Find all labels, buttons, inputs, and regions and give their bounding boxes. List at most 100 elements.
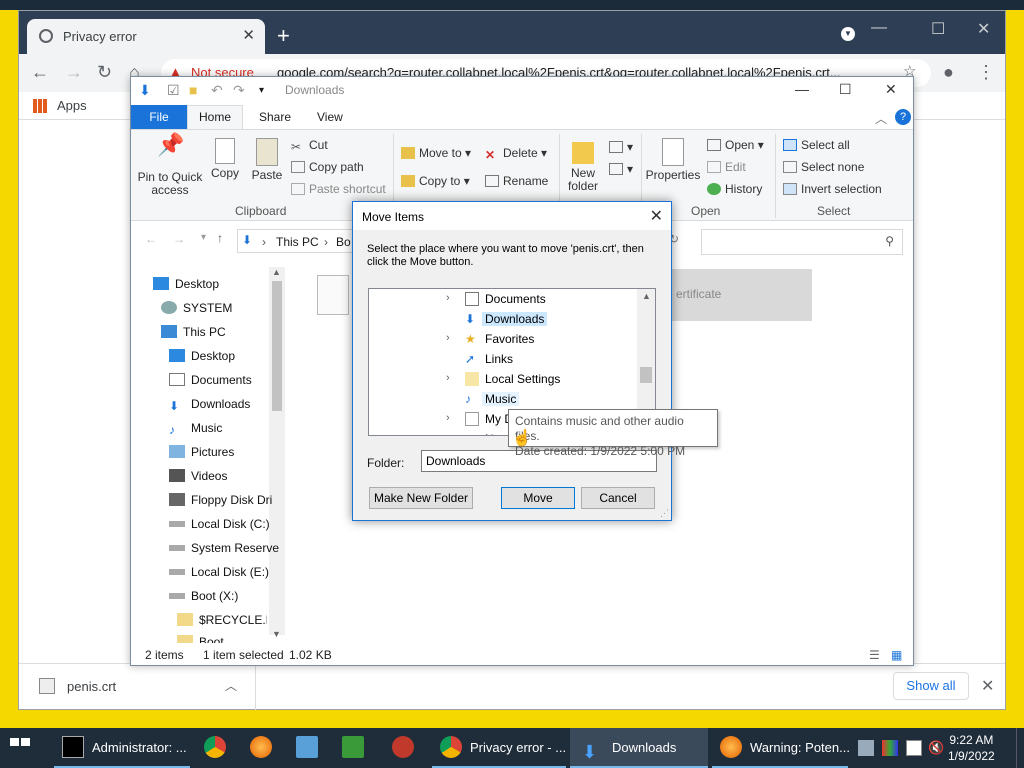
nav-item-boot-x[interactable]: Boot (X:) xyxy=(169,589,238,603)
scroll-up-icon[interactable]: ▲ xyxy=(272,267,281,277)
taskbar-app-1[interactable] xyxy=(296,728,320,768)
nav-item-recycle-bin[interactable]: $RECYCLE.BIN xyxy=(177,613,267,627)
taskbar-app-2[interactable] xyxy=(342,728,366,768)
paste-button[interactable]: Paste xyxy=(247,138,287,182)
scroll-down-icon[interactable]: ▼ xyxy=(272,629,281,639)
redo-icon[interactable]: ↷ xyxy=(233,82,245,99)
tab-search-icon[interactable]: ▼ xyxy=(841,27,855,41)
file-icon[interactable] xyxy=(317,275,349,315)
edit-button[interactable]: Edit xyxy=(707,160,746,174)
qa-dropdown-icon[interactable]: ▾ xyxy=(259,85,264,96)
resize-grip-icon[interactable]: ⋰ xyxy=(660,508,669,519)
clock[interactable]: 9:22 AM 1/9/2022 xyxy=(948,732,995,764)
color-tray-icon[interactable] xyxy=(882,740,898,756)
nav-scroll-thumb[interactable] xyxy=(272,281,282,411)
easy-access-button[interactable]: ▾ xyxy=(609,162,633,176)
tab-file[interactable]: File xyxy=(131,105,187,129)
recent-dropdown-icon[interactable]: ▾ xyxy=(201,232,206,243)
menu-icon[interactable]: ⋮ xyxy=(977,62,995,83)
taskbar-app-3[interactable] xyxy=(392,728,416,768)
show-desktop-button[interactable] xyxy=(1016,728,1017,768)
nav-item-system-reserved[interactable]: System Reserve xyxy=(169,541,279,555)
nav-item-boot[interactable]: Boot xyxy=(177,635,224,643)
forward-icon[interactable]: → xyxy=(173,232,185,246)
certificate-file-tile[interactable]: ertificate xyxy=(666,269,812,321)
taskbar-chrome[interactable] xyxy=(204,728,228,768)
nav-item-downloads[interactable]: ⬇ Downloads xyxy=(169,397,250,413)
move-button[interactable]: Move xyxy=(501,487,575,509)
make-new-folder-button[interactable]: Make New Folder xyxy=(369,487,473,509)
copy-button[interactable]: Copy xyxy=(205,138,245,180)
reload-icon[interactable]: ↻ xyxy=(97,62,112,83)
maximize-icon[interactable]: ☐ xyxy=(839,81,852,98)
nav-item-this-pc[interactable]: This PC xyxy=(161,325,226,339)
pin-quick-access-button[interactable]: 📌 Pin to Quick access xyxy=(137,134,203,197)
back-icon[interactable]: ← xyxy=(31,62,49,83)
chevron-up-icon[interactable]: ︿ xyxy=(225,677,237,694)
open-button[interactable]: Open ▾ xyxy=(707,138,764,152)
select-all-button[interactable]: Select all xyxy=(783,138,850,152)
properties-button[interactable]: Properties xyxy=(645,138,701,182)
tree-scroll-thumb[interactable] xyxy=(640,367,652,383)
up-icon[interactable]: ↑ xyxy=(217,231,223,245)
nav-item-local-disk-c[interactable]: Local Disk (C:) xyxy=(169,517,270,531)
breadcrumb[interactable]: ⬇ › This PC › Bo xyxy=(237,229,357,253)
properties-qa-icon[interactable]: ☑ xyxy=(167,82,180,99)
network-icon[interactable] xyxy=(858,740,874,756)
maximize-icon[interactable]: ☐ xyxy=(931,19,945,39)
select-none-button[interactable]: Select none xyxy=(783,160,864,174)
undo-icon[interactable]: ↶ xyxy=(211,82,223,99)
show-all-button[interactable]: Show all xyxy=(893,672,969,700)
download-item[interactable]: penis.crt xyxy=(67,679,116,694)
rename-button[interactable]: Rename xyxy=(485,174,548,188)
cancel-button[interactable]: Cancel xyxy=(581,487,655,509)
move-to-button[interactable]: Move to ▾ xyxy=(401,146,471,160)
device-icon[interactable] xyxy=(906,740,922,756)
nav-item-videos[interactable]: Videos xyxy=(169,469,227,483)
chevron-right-icon[interactable]: › xyxy=(446,372,450,384)
volume-muted-icon[interactable]: 🔇 xyxy=(928,740,944,756)
tab-home[interactable]: Home xyxy=(187,105,243,129)
invert-selection-button[interactable]: Invert selection xyxy=(783,182,882,196)
new-item-button[interactable]: ▾ xyxy=(609,140,633,154)
details-view-icon[interactable]: ☰ xyxy=(869,648,880,662)
help-icon[interactable]: ? xyxy=(895,109,911,125)
taskbar-privacy-error[interactable]: Privacy error - ... xyxy=(432,728,566,768)
close-icon[interactable]: ✕ xyxy=(885,81,897,98)
collapse-ribbon-icon[interactable]: ︿ xyxy=(875,110,887,127)
nav-item-floppy[interactable]: Floppy Disk Dri xyxy=(169,493,272,507)
minimize-icon[interactable]: — xyxy=(795,81,809,97)
nav-item-documents[interactable]: Documents xyxy=(169,373,252,387)
nav-item-pictures[interactable]: Pictures xyxy=(169,445,234,459)
tab-close-icon[interactable]: ✕ xyxy=(242,26,255,44)
nav-item-music[interactable]: ♪ Music xyxy=(169,421,222,437)
delete-button[interactable]: ✕ Delete ▾ xyxy=(485,146,547,162)
browser-tab[interactable]: Privacy error ✕ xyxy=(27,19,265,54)
paste-shortcut-button[interactable]: Paste shortcut xyxy=(291,182,386,196)
taskbar-cmd[interactable]: Administrator: ... xyxy=(54,728,190,768)
chevron-right-icon[interactable]: › xyxy=(446,292,450,304)
chevron-right-icon[interactable]: › xyxy=(446,332,450,344)
nav-item-desktop[interactable]: Desktop xyxy=(169,349,235,363)
nav-item-system[interactable]: SYSTEM xyxy=(161,301,232,315)
tab-view[interactable]: View xyxy=(317,110,343,124)
breadcrumb-boot[interactable]: Bo xyxy=(336,235,351,249)
apps-grid-icon[interactable] xyxy=(33,99,47,113)
tab-share[interactable]: Share xyxy=(259,110,291,124)
taskbar-firefox[interactable] xyxy=(250,728,274,768)
history-button[interactable]: History xyxy=(707,182,762,196)
new-folder-button[interactable]: New folder xyxy=(561,138,605,193)
copy-path-button[interactable]: Copy path xyxy=(291,160,364,174)
forward-icon[interactable]: → xyxy=(65,62,83,83)
folder-qa-icon[interactable]: ■ xyxy=(189,82,197,98)
back-icon[interactable]: ← xyxy=(145,232,157,246)
search-input[interactable]: ⚲ xyxy=(701,229,903,255)
taskbar-firefox-warning[interactable]: Warning: Poten... xyxy=(712,728,850,768)
cut-button[interactable]: ✂ Cut xyxy=(291,138,328,154)
close-shelf-icon[interactable]: ✕ xyxy=(981,676,994,696)
large-icons-view-icon[interactable]: ▦ xyxy=(891,648,902,662)
close-icon[interactable]: ✕ xyxy=(650,206,663,226)
scroll-up-icon[interactable]: ▲ xyxy=(642,291,651,301)
breadcrumb-this-pc[interactable]: This PC xyxy=(276,235,319,249)
copy-to-button[interactable]: Copy to ▾ xyxy=(401,174,470,188)
